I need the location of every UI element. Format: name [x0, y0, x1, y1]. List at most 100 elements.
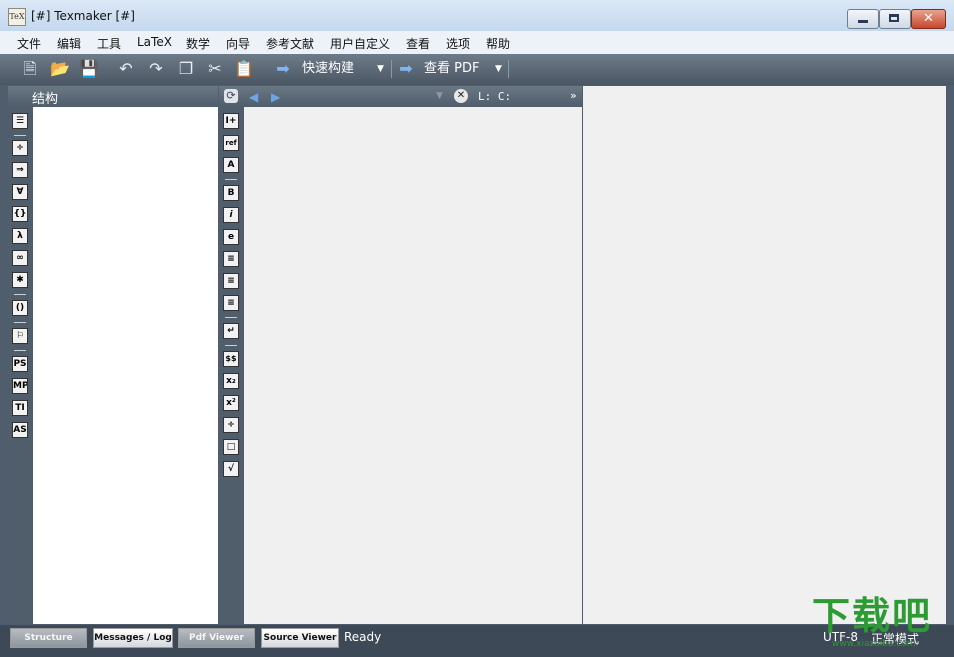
watermark-url: www.xiazaiba.com: [832, 639, 916, 649]
previous-document-icon[interactable]: ◀: [249, 90, 258, 104]
insert-label-icon[interactable]: I+: [223, 113, 239, 129]
texmaker-app-icon: TeX: [8, 8, 26, 26]
menu-latex[interactable]: LaTeX: [137, 35, 172, 49]
align-center-icon[interactable]: ≡: [223, 273, 239, 289]
redo-icon[interactable]: ↷: [146, 59, 166, 79]
menu-math[interactable]: 数学: [186, 35, 210, 52]
asterisk-icon[interactable]: ✱: [12, 272, 28, 288]
close-document-icon[interactable]: ✕: [454, 89, 468, 103]
menu-bibliography[interactable]: 参考文献: [266, 35, 314, 52]
new-line-icon[interactable]: ↵: [223, 323, 239, 339]
save-file-icon[interactable]: 💾: [79, 59, 99, 79]
separator: [225, 179, 237, 180]
window-title: [#] Texmaker [#]: [31, 9, 135, 23]
align-right-icon[interactable]: ≡: [223, 295, 239, 311]
close-icon: ✕: [923, 11, 934, 26]
structure-side-toolbar: ☰ ÷ ⇒ ∀ {} λ ∞ ✱ () ⚐ PS MP TI AS: [8, 107, 32, 624]
view-pdf-label[interactable]: 查看 PDF: [424, 58, 479, 80]
source-viewer-toggle-button[interactable]: Source Viewer: [261, 628, 339, 648]
maximize-icon: [889, 14, 899, 22]
pdf-viewer-toggle-button[interactable]: Pdf Viewer: [178, 628, 255, 648]
maximize-button[interactable]: [879, 9, 911, 29]
status-bar: Structure Messages / Log Pdf Viewer Sour…: [0, 625, 954, 657]
infinity-icon[interactable]: ∞: [12, 250, 28, 266]
align-left-icon[interactable]: ≡: [223, 251, 239, 267]
bold-icon[interactable]: B: [223, 185, 239, 201]
separator: [14, 350, 26, 351]
dfrac-icon[interactable]: □: [223, 439, 239, 455]
pdf-viewer-area[interactable]: [583, 86, 946, 624]
copy-icon[interactable]: ❐: [176, 59, 196, 79]
separator: [14, 135, 26, 136]
insert-ref-icon[interactable]: ref: [223, 135, 239, 151]
main-toolbar: 🗎 📂 💾 ↶ ↷ ❐ ✂ 📋 ➡ 快速构建 ▼ ➡ 查看 PDF ▼: [0, 54, 954, 85]
new-file-icon[interactable]: 🗎: [20, 59, 40, 79]
asymptote-icon[interactable]: AS: [12, 422, 28, 438]
document-dropdown-icon[interactable]: ▼: [436, 91, 443, 101]
title-bar: TeX [#] Texmaker [#] ✕: [0, 0, 954, 32]
misc-symbols-icon[interactable]: ∀: [12, 184, 28, 200]
subscript-icon[interactable]: x₂: [223, 373, 239, 389]
editor-header: ⟳ ◀ ▶ ▼ ✕ L: C: »: [219, 86, 582, 107]
separator: [14, 294, 26, 295]
open-file-icon[interactable]: 📂: [50, 59, 70, 79]
fraction-icon[interactable]: ÷: [223, 417, 239, 433]
font-size-icon[interactable]: A: [223, 157, 239, 173]
relation-icon[interactable]: ÷: [12, 140, 28, 156]
pstricks-icon[interactable]: PS: [12, 356, 28, 372]
separator: [225, 317, 237, 318]
watermark-text: 下载吧: [812, 594, 933, 638]
separator: [14, 322, 26, 323]
structure-panel-title: 结构: [32, 92, 59, 107]
quick-build-label[interactable]: 快速构建: [302, 58, 354, 80]
separator: [225, 345, 237, 346]
tikz-icon[interactable]: TI: [12, 400, 28, 416]
delimiters-icon[interactable]: {}: [12, 206, 28, 222]
reload-icon[interactable]: ⟳: [224, 89, 238, 103]
more-icon[interactable]: »: [570, 89, 577, 102]
minimize-button[interactable]: [847, 9, 879, 29]
toolbar-separator: [508, 60, 509, 78]
arrows-icon[interactable]: ⇒: [12, 162, 28, 178]
menu-view[interactable]: 查看: [406, 35, 430, 52]
undo-icon[interactable]: ↶: [116, 59, 136, 79]
structure-toggle-button[interactable]: Structure: [10, 628, 87, 648]
parentheses-icon[interactable]: (): [12, 300, 28, 316]
menu-wizard[interactable]: 向导: [226, 35, 250, 52]
toolbar-separator: [391, 60, 392, 78]
structure-tree[interactable]: [33, 107, 218, 624]
menu-tools[interactable]: 工具: [97, 35, 121, 52]
editor-area[interactable]: [244, 107, 582, 624]
watermark-logo: 下载吧 www.xiazaiba.com: [812, 594, 948, 652]
texmaker-window: TeX [#] Texmaker [#] ✕ 文件 编辑 工具 LaTeX 数学…: [0, 0, 954, 657]
menu-user[interactable]: 用户自定义: [330, 35, 390, 52]
cut-icon[interactable]: ✂: [205, 59, 225, 79]
editor-side-toolbar: I+ ref A B i e ≡ ≡ ≡ ↵ $$ x₂ x² ÷ □ √: [219, 107, 243, 624]
menu-file[interactable]: 文件: [17, 35, 41, 52]
quick-build-run-icon[interactable]: ➡: [273, 59, 293, 79]
greek-icon[interactable]: λ: [12, 228, 28, 244]
structure-panel-header: 结构: [8, 86, 218, 107]
next-document-icon[interactable]: ▶: [271, 90, 280, 104]
emphasis-icon[interactable]: e: [223, 229, 239, 245]
menu-options[interactable]: 选项: [446, 35, 470, 52]
metapost-icon[interactable]: MP: [12, 378, 28, 394]
view-pdf-run-icon[interactable]: ➡: [396, 59, 416, 79]
paste-icon[interactable]: 📋: [234, 59, 254, 79]
close-button[interactable]: ✕: [911, 9, 946, 29]
superscript-icon[interactable]: x²: [223, 395, 239, 411]
status-text: Ready: [344, 630, 382, 644]
menu-edit[interactable]: 编辑: [57, 35, 81, 52]
math-mode-icon[interactable]: $$: [223, 351, 239, 367]
square-root-icon[interactable]: √: [223, 461, 239, 477]
menu-help[interactable]: 帮助: [486, 35, 510, 52]
user-icon[interactable]: ⚐: [12, 328, 28, 344]
messages-log-toggle-button[interactable]: Messages / Log: [93, 628, 173, 648]
cursor-position-label: L: C:: [478, 90, 512, 103]
quick-build-dropdown-icon[interactable]: ▼: [377, 58, 384, 80]
menu-bar: 文件 编辑 工具 LaTeX 数学 向导 参考文献 用户自定义 查看 选项 帮助: [0, 31, 954, 54]
minimize-icon: [858, 20, 868, 23]
view-pdf-dropdown-icon[interactable]: ▼: [495, 58, 502, 80]
italic-icon[interactable]: i: [223, 207, 239, 223]
structure-list-icon[interactable]: ☰: [12, 113, 28, 129]
